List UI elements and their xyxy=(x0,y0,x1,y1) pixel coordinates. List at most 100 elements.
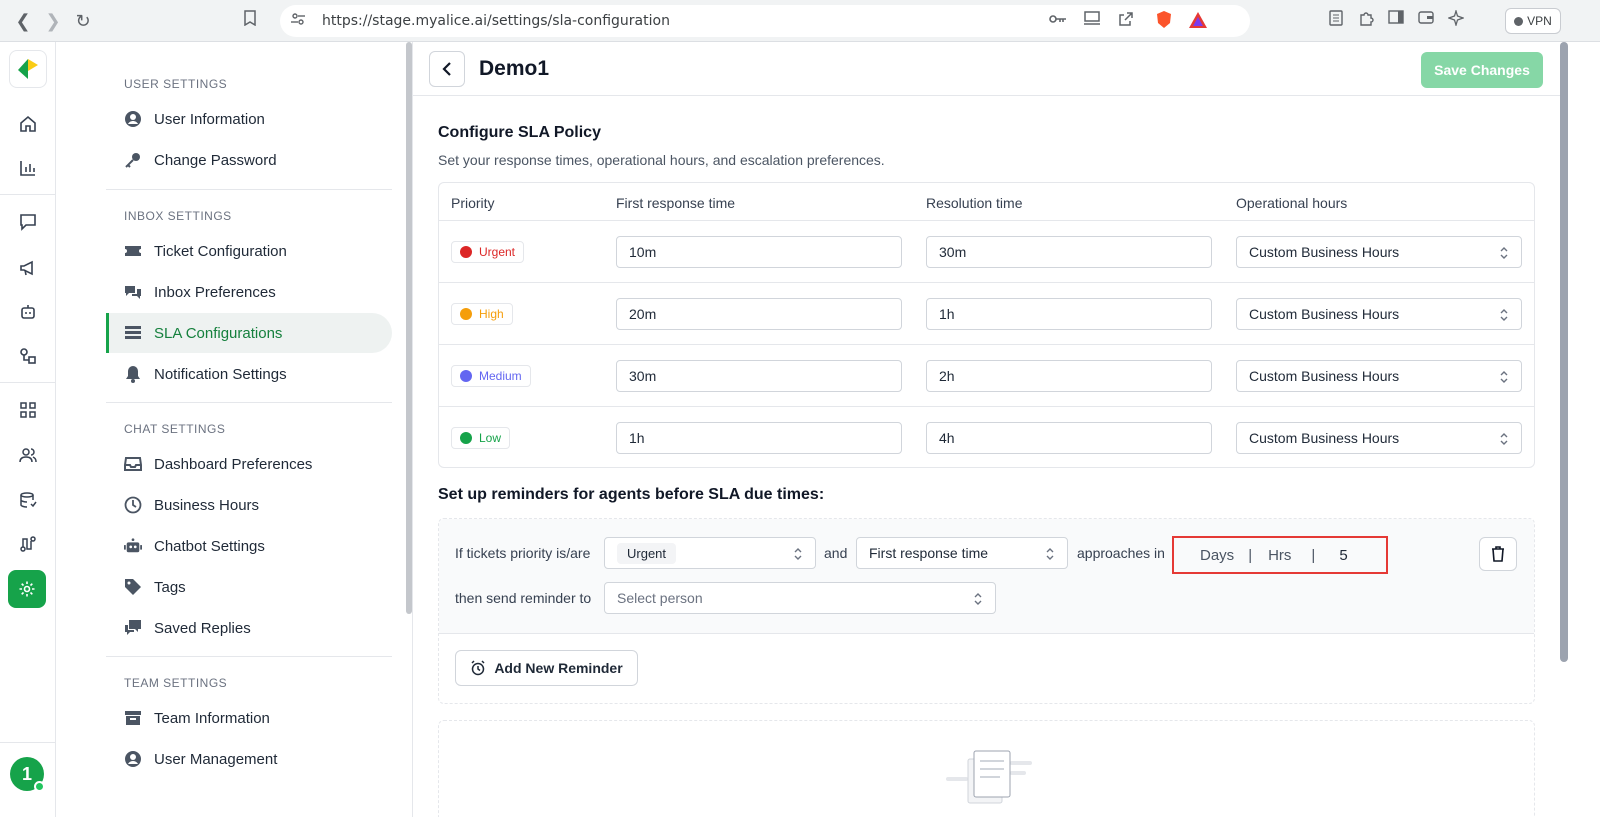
sidebar-toggle-icon[interactable] xyxy=(1386,10,1406,30)
sidebar-item-notification-settings[interactable]: Notification Settings xyxy=(106,354,392,394)
reload-icon[interactable]: ↻ xyxy=(72,10,94,32)
hours-field[interactable]: Hrs xyxy=(1268,547,1291,564)
sidebar-item-label: Inbox Preferences xyxy=(154,283,276,301)
minutes-field[interactable]: 5 xyxy=(1339,547,1347,564)
settings-rail-button[interactable] xyxy=(8,570,46,608)
delete-reminder-button[interactable] xyxy=(1479,537,1517,571)
sidebar-item-saved-replies[interactable]: Saved Replies xyxy=(106,608,392,648)
resolution-input[interactable]: 30m xyxy=(926,236,1212,268)
resolution-input[interactable]: 1h xyxy=(926,298,1212,330)
vpn-button[interactable]: VPN xyxy=(1505,8,1561,34)
team-box-icon xyxy=(124,709,142,727)
select-value: Custom Business Hours xyxy=(1249,430,1400,446)
operational-hours-select[interactable]: Custom Business Hours xyxy=(1236,360,1522,392)
sidebar-item-chatbot-settings[interactable]: Chatbot Settings xyxy=(106,526,392,566)
if-priority-label: If tickets priority is/are xyxy=(455,545,591,561)
save-changes-button[interactable]: Save Changes xyxy=(1421,52,1543,88)
sidebar-item-change-password[interactable]: Change Password xyxy=(106,140,392,180)
wallet-icon[interactable] xyxy=(1416,10,1436,30)
section-title-team-settings: TEAM SETTINGS xyxy=(124,676,228,690)
priority-badge-urgent: Urgent xyxy=(451,241,525,263)
analytics-icon[interactable] xyxy=(16,156,40,180)
column-header-resolution: Resolution time xyxy=(926,195,1023,211)
sidebar-item-tags[interactable]: Tags xyxy=(106,567,392,607)
workflow-icon[interactable] xyxy=(16,532,40,556)
gear-icon xyxy=(19,581,35,597)
forward-nav-icon[interactable]: ❯ xyxy=(42,10,64,32)
sidebar-item-dashboard-preferences[interactable]: Dashboard Preferences xyxy=(106,444,392,484)
avatar-initial: 1 xyxy=(21,763,32,784)
extensions-icon[interactable] xyxy=(1356,10,1376,30)
sidebar-divider xyxy=(106,656,392,657)
days-field[interactable]: Days xyxy=(1200,547,1234,564)
bell-icon xyxy=(124,365,142,383)
sidebar-item-label: Saved Replies xyxy=(154,619,251,637)
first-response-input[interactable]: 10m xyxy=(616,236,902,268)
first-response-input[interactable]: 20m xyxy=(616,298,902,330)
operational-hours-select[interactable]: Custom Business Hours xyxy=(1236,298,1522,330)
rail-divider xyxy=(0,382,56,383)
sidebar-item-sla-configurations[interactable]: SLA Configurations xyxy=(106,313,392,353)
site-settings-icon[interactable] xyxy=(288,11,308,31)
brave-shield-icon[interactable] xyxy=(1154,10,1174,30)
sidebar-item-team-information[interactable]: Team Information xyxy=(106,698,392,738)
sidebar-item-user-information[interactable]: User Information xyxy=(106,99,392,139)
operational-hours-select[interactable]: Custom Business Hours xyxy=(1236,422,1522,454)
sidebar-item-label: Business Hours xyxy=(154,496,260,514)
leo-ai-icon[interactable] xyxy=(1446,8,1466,30)
select-value: Custom Business Hours xyxy=(1249,368,1400,384)
chevron-updown-icon xyxy=(1500,433,1508,445)
sidebar-divider xyxy=(106,189,392,190)
sidebar-item-user-management[interactable]: User Management xyxy=(106,739,392,779)
url-text[interactable]: https://stage.myalice.ai/settings/sla-co… xyxy=(322,13,670,29)
priority-label: Urgent xyxy=(479,245,516,259)
sidebar-item-inbox-preferences[interactable]: Inbox Preferences xyxy=(106,272,392,312)
sidebar-item-business-hours[interactable]: Business Hours xyxy=(106,485,392,525)
robot-icon xyxy=(124,537,142,555)
priority-chip: Urgent xyxy=(617,542,677,564)
separator: | xyxy=(1248,546,1253,564)
back-button[interactable] xyxy=(429,51,465,87)
workspace-logo[interactable] xyxy=(9,50,47,88)
first-response-input[interactable]: 1h xyxy=(616,422,902,454)
policy-title: Configure SLA Policy xyxy=(438,124,601,141)
reminder-metric-select[interactable]: First response time xyxy=(856,537,1068,569)
inbox-chat-icon[interactable] xyxy=(16,210,40,234)
select-person-dropdown[interactable]: Select person xyxy=(604,582,996,614)
sidebar-item-ticket-configuration[interactable]: Ticket Configuration xyxy=(106,231,392,271)
customers-icon[interactable] xyxy=(16,443,40,467)
first-response-input[interactable]: 30m xyxy=(616,360,902,392)
brave-rewards-icon[interactable] xyxy=(1188,10,1208,30)
back-nav-icon[interactable]: ❮ xyxy=(12,10,34,32)
reader-mode-icon[interactable] xyxy=(1326,10,1346,30)
reminder-priority-select[interactable]: Urgent xyxy=(604,537,816,569)
row-divider xyxy=(439,344,1534,345)
apps-grid-icon[interactable] xyxy=(16,398,40,422)
cast-icon[interactable] xyxy=(1082,11,1102,31)
main-scrollbar[interactable] xyxy=(1560,42,1568,662)
sidebar-item-label: Ticket Configuration xyxy=(154,242,287,260)
bookmark-icon[interactable] xyxy=(240,10,260,30)
app-rail: 1 xyxy=(0,42,56,817)
myalice-logo-icon xyxy=(18,59,38,79)
ticket-icon xyxy=(124,242,142,260)
section-title-chat-settings: CHAT SETTINGS xyxy=(124,422,226,436)
sidebar-item-label: Tags xyxy=(154,578,186,596)
resolution-input[interactable]: 4h xyxy=(926,422,1212,454)
key-icon[interactable] xyxy=(1048,11,1068,31)
priority-badge-low: Low xyxy=(451,427,511,449)
sidebar-item-label: User Management xyxy=(154,750,278,768)
share-icon[interactable] xyxy=(1116,11,1136,31)
user-avatar[interactable]: 1 xyxy=(10,757,45,792)
add-new-reminder-button[interactable]: Add New Reminder xyxy=(455,650,638,686)
reminder-time-input[interactable]: Days | Hrs | 5 xyxy=(1172,536,1388,574)
automation-bot-icon[interactable] xyxy=(16,300,40,324)
broadcast-icon[interactable] xyxy=(16,256,40,280)
integrations-icon[interactable] xyxy=(16,344,40,368)
database-icon[interactable] xyxy=(16,488,40,512)
online-status-icon xyxy=(34,781,45,792)
operational-hours-select[interactable]: Custom Business Hours xyxy=(1236,236,1522,268)
resolution-input[interactable]: 2h xyxy=(926,360,1212,392)
address-bar[interactable]: https://stage.myalice.ai/settings/sla-co… xyxy=(280,5,1250,37)
home-icon[interactable] xyxy=(16,112,40,136)
